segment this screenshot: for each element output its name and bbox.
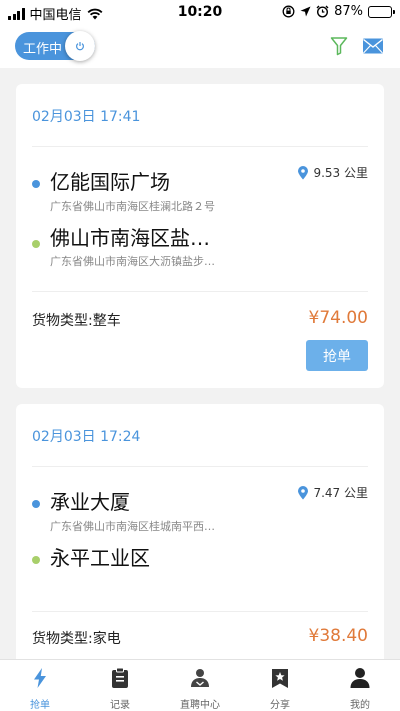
destination-name: 佛山市南海区盐… — [50, 226, 210, 250]
order-date: 02月03日 17:41 — [32, 109, 141, 125]
grab-order-button[interactable]: 抢单 — [306, 340, 368, 371]
rotation-lock-icon — [282, 5, 295, 18]
distance: 7.47 公里 — [297, 484, 368, 501]
app-header: 工作中 — [0, 24, 400, 68]
profile-icon — [350, 668, 370, 688]
origin-dot — [32, 180, 40, 188]
tab-label: 直聘中心 — [180, 700, 220, 711]
divider — [32, 466, 368, 467]
cargo-value: 整车 — [92, 313, 121, 329]
location-arrow-icon — [300, 6, 311, 17]
order-price: ¥38.40 — [308, 626, 368, 646]
recruit-icon — [191, 669, 209, 687]
divider — [32, 146, 368, 147]
order-card[interactable]: 02月03日 17:24 承业大厦 广东省佛山市南海区桂城南平西… 7.47 公… — [16, 404, 384, 674]
tab-label: 我的 — [350, 700, 370, 711]
tab-profile[interactable]: 我的 — [320, 660, 400, 711]
battery-icon — [368, 5, 395, 18]
work-status-toggle[interactable]: 工作中 — [15, 31, 95, 61]
origin-name: 亿能国际广场 — [50, 170, 170, 194]
share-star-icon — [272, 669, 288, 688]
filter-icon[interactable] — [330, 36, 348, 56]
battery-percent: 87% — [334, 4, 363, 19]
mail-icon[interactable] — [362, 37, 384, 55]
tab-records[interactable]: 记录 — [80, 660, 160, 711]
lightning-icon — [34, 668, 46, 688]
power-icon — [76, 42, 84, 51]
tab-recruit-center[interactable]: 直聘中心 — [160, 660, 240, 711]
location-pin-icon — [298, 485, 309, 499]
bottom-tab-bar: 抢单 记录 直聘中心 分享 我的 — [0, 659, 400, 711]
clipboard-icon — [112, 667, 128, 688]
distance-value: 7.47 公里 — [313, 486, 368, 500]
destination-dot — [32, 240, 40, 248]
status-right: 87% — [282, 4, 395, 19]
status-bar: 中国电信 10:20 87% — [0, 0, 400, 24]
distance-value: 9.53 公里 — [313, 166, 368, 180]
cargo-label: 货物类型 — [32, 631, 88, 647]
distance: 9.53 公里 — [297, 164, 368, 181]
destination-dot — [32, 556, 40, 564]
destination-name: 永平工业区 — [50, 546, 150, 570]
divider — [32, 291, 368, 292]
order-price: ¥74.00 — [308, 308, 368, 328]
destination-address: 广东省佛山市南海区大沥镇盐步… — [50, 255, 215, 268]
tab-grab-orders[interactable]: 抢单 — [0, 660, 80, 711]
tab-label: 分享 — [270, 700, 290, 711]
alarm-icon — [316, 5, 329, 18]
location-pin-icon — [298, 165, 309, 179]
divider — [32, 611, 368, 612]
tab-label: 抢单 — [30, 700, 50, 711]
tab-label: 记录 — [110, 700, 130, 711]
toggle-label: 工作中 — [23, 42, 63, 57]
origin-dot — [32, 500, 40, 508]
order-date: 02月03日 17:24 — [32, 429, 141, 445]
cargo-label: 货物类型 — [32, 313, 88, 329]
order-card[interactable]: 02月03日 17:41 亿能国际广场 广东省佛山市南海区桂澜北路２号 9.53… — [16, 84, 384, 388]
origin-name: 承业大厦 — [50, 490, 130, 514]
cargo-type: 货物类型:整车 — [32, 310, 121, 330]
tab-share[interactable]: 分享 — [240, 660, 320, 711]
origin-address: 广东省佛山市南海区桂城南平西… — [50, 520, 215, 533]
cargo-value: 家电 — [92, 631, 121, 647]
toggle-knob[interactable] — [65, 31, 95, 61]
origin-address: 广东省佛山市南海区桂澜北路２号 — [50, 200, 215, 213]
cargo-type: 货物类型:家电 — [32, 628, 121, 648]
